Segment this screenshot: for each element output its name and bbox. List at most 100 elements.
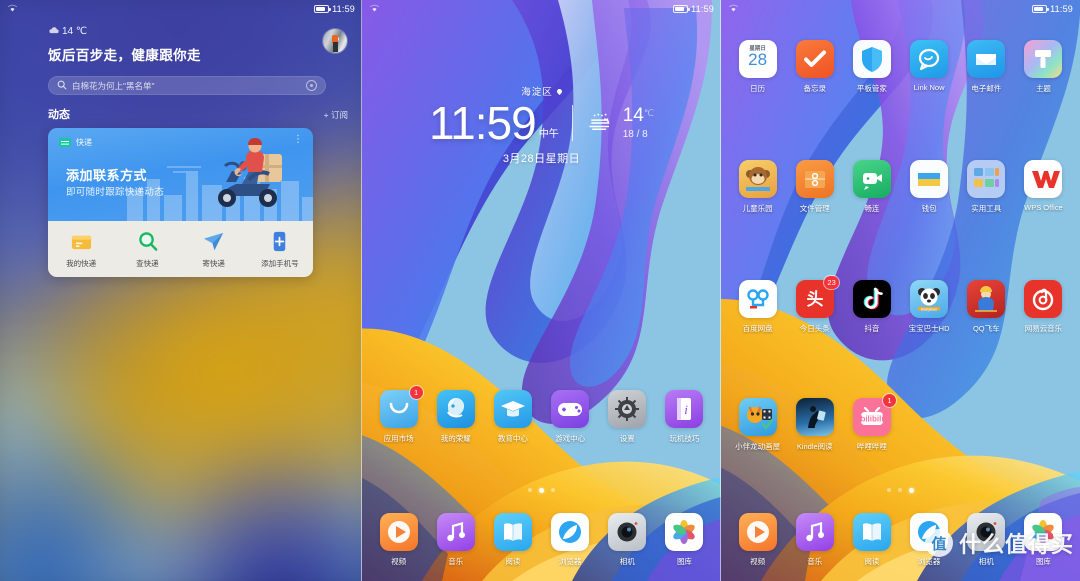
status-bar-c: 11:59 <box>721 0 1080 17</box>
card-subheadline: 即可随时跟踪快递动态 <box>66 187 165 198</box>
card-actions: 我的快递 查快递 寄快递 添加手机号 <box>48 221 313 277</box>
app-label: WPS Office <box>1024 203 1063 212</box>
app-appgallery[interactable]: 1 应用市场 <box>370 386 427 444</box>
dock-video[interactable]: 视频 <box>370 513 427 567</box>
card-action-track[interactable]: 查快递 <box>114 230 180 269</box>
app-kids[interactable]: 儿童乐园 <box>729 160 786 214</box>
greeting-text: 饭后百步走，健康跟你走 <box>48 48 201 63</box>
dock-camera[interactable]: 相机 <box>599 513 656 567</box>
status-right-a: 11:59 <box>314 4 355 14</box>
linknow-icon <box>910 40 949 78</box>
section-header-dynamic: 动态 + 订阅 <box>48 106 348 122</box>
app-label: 网易云音乐 <box>1024 324 1063 333</box>
app-label: 日历 <box>750 84 766 93</box>
calendar-day: 28 <box>748 50 768 69</box>
status-time-a: 11:59 <box>332 3 355 14</box>
app-douyin[interactable]: 抖音 <box>843 280 900 334</box>
app-xiaobanlong[interactable]: 小伴龙动画屋 <box>729 398 786 452</box>
dock-reader[interactable]: 阅读 <box>484 513 541 567</box>
search-input[interactable]: 白棉花为何上"黑名单" <box>48 76 326 95</box>
app-slot-empty <box>958 398 1015 452</box>
app-label: 抖音 <box>864 324 880 333</box>
card-action-label: 添加手机号 <box>261 259 299 268</box>
avatar[interactable] <box>323 29 347 53</box>
weather-summary[interactable]: 14 ℃ <box>48 26 348 37</box>
camera-icon <box>608 513 647 551</box>
app-gamecenter[interactable]: 游戏中心 <box>542 390 599 444</box>
app-meetime[interactable]: 畅连 <box>843 160 900 214</box>
search-icon <box>57 77 67 95</box>
kindle-icon <box>795 398 834 436</box>
app-label: 我的荣耀 <box>440 434 471 443</box>
app-babybus[interactable]: BabyBus 宝宝巴士HD <box>901 280 958 334</box>
dock-label: 阅读 <box>864 557 880 566</box>
panel-divider <box>361 0 362 581</box>
app-files[interactable]: 文件管理 <box>786 160 843 214</box>
app-label: 钱包 <box>921 204 937 213</box>
cloud-icon <box>48 26 59 37</box>
page-dot-active[interactable] <box>539 488 544 493</box>
fog-icon <box>586 110 616 137</box>
card-action-send[interactable]: 寄快递 <box>181 230 247 269</box>
app-label: 电子邮件 <box>971 84 1002 93</box>
dock-video[interactable]: 视频 <box>729 513 786 567</box>
app-education[interactable]: 教育中心 <box>484 390 541 444</box>
status-right-c: 11:59 <box>1032 4 1073 14</box>
page-dot[interactable] <box>528 488 532 492</box>
app-label: 今日头条 <box>799 324 830 333</box>
dock-reader[interactable]: 阅读 <box>843 513 900 567</box>
page-dot[interactable] <box>887 488 891 492</box>
dock-music[interactable]: 音乐 <box>427 513 484 567</box>
widget-divider <box>571 105 573 141</box>
app-tips[interactable]: i 玩机技巧 <box>656 390 713 444</box>
wps-icon <box>1024 160 1063 198</box>
app-netease-music[interactable]: 网易云音乐 <box>1015 280 1072 334</box>
paper-plane-icon <box>202 230 225 253</box>
express-service-card[interactable]: 快递 ⋮ 添加联系方式 即可随时跟踪快递动态 我的快递 查快递 寄快递 添加手机… <box>48 128 313 277</box>
app-email[interactable]: 电子邮件 <box>958 40 1015 94</box>
app-kindle[interactable]: Kindle阅读 <box>786 398 843 452</box>
app-slot-empty <box>1015 398 1072 452</box>
settings-gear-icon <box>608 390 647 428</box>
page-dot-active[interactable] <box>909 488 914 493</box>
app-wps[interactable]: WPS Office <box>1015 160 1072 214</box>
card-action-my-express[interactable]: 我的快递 <box>48 230 114 269</box>
app-myhonor[interactable]: 我的荣耀 <box>427 390 484 444</box>
clock-time: 11:59 <box>429 97 537 149</box>
app-label: Link Now <box>913 83 945 92</box>
app-linknow[interactable]: Link Now <box>901 40 958 94</box>
app-baidu-netdisk[interactable]: 百度网盘 <box>729 280 786 334</box>
app-bilibili[interactable]: bilibili 1 哔哩哔哩 <box>843 394 900 452</box>
app-settings[interactable]: 设置 <box>599 390 656 444</box>
svg-text:头: 头 <box>806 290 823 309</box>
page-dot[interactable] <box>898 488 902 492</box>
dock-music[interactable]: 音乐 <box>786 513 843 567</box>
dock-label: 浏览器 <box>558 557 582 566</box>
app-tablet-manager[interactable]: 平板管家 <box>843 40 900 94</box>
hiboard-header: 14 ℃ 饭后百步走，健康跟你走 <box>48 26 348 64</box>
page-dot[interactable] <box>551 488 555 492</box>
subscribe-button[interactable]: + 订阅 <box>324 109 348 121</box>
dock-browser[interactable]: 浏览器 <box>542 513 599 567</box>
dock-gallery[interactable]: 图库 <box>656 513 713 567</box>
app-grid-row-c3: 百度网盘 头 23 今日头条 抖音 BabyBus 宝宝巴士HD QQ飞车 网易… <box>721 276 1080 334</box>
app-tools-folder[interactable]: 实用工具 <box>958 160 1015 214</box>
clock-weather-widget[interactable]: 海淀区 11:59 中午 14℃ 18 / 8 3月28日星期日 <box>362 84 721 166</box>
app-toutiao[interactable]: 头 23 今日头条 <box>786 276 843 334</box>
app-wallet[interactable]: 钱包 <box>901 160 958 214</box>
status-right-b: 11:59 <box>673 4 714 14</box>
screenshot-root: 11:59 14 ℃ 饭后百步走，健康跟你走 白棉花为何上"黑名单" 动态 + … <box>0 0 1080 581</box>
gamecenter-icon <box>551 390 590 428</box>
app-notepad[interactable]: 备忘录 <box>786 40 843 94</box>
search-query-text: 白棉花为何上"黑名单" <box>72 80 155 91</box>
tips-icon: i <box>665 390 704 428</box>
visual-search-icon[interactable] <box>306 80 317 91</box>
page-indicator-c <box>721 488 1080 493</box>
card-action-label: 我的快递 <box>66 259 97 268</box>
app-qq-speed[interactable]: QQ飞车 <box>958 280 1015 334</box>
app-label: Kindle阅读 <box>796 442 833 451</box>
status-time-b: 11:59 <box>691 3 714 14</box>
card-action-add-phone[interactable]: 添加手机号 <box>247 230 313 269</box>
app-calendar[interactable]: 星期日 28 日历 <box>729 40 786 94</box>
app-themes[interactable]: 主题 <box>1015 40 1072 94</box>
